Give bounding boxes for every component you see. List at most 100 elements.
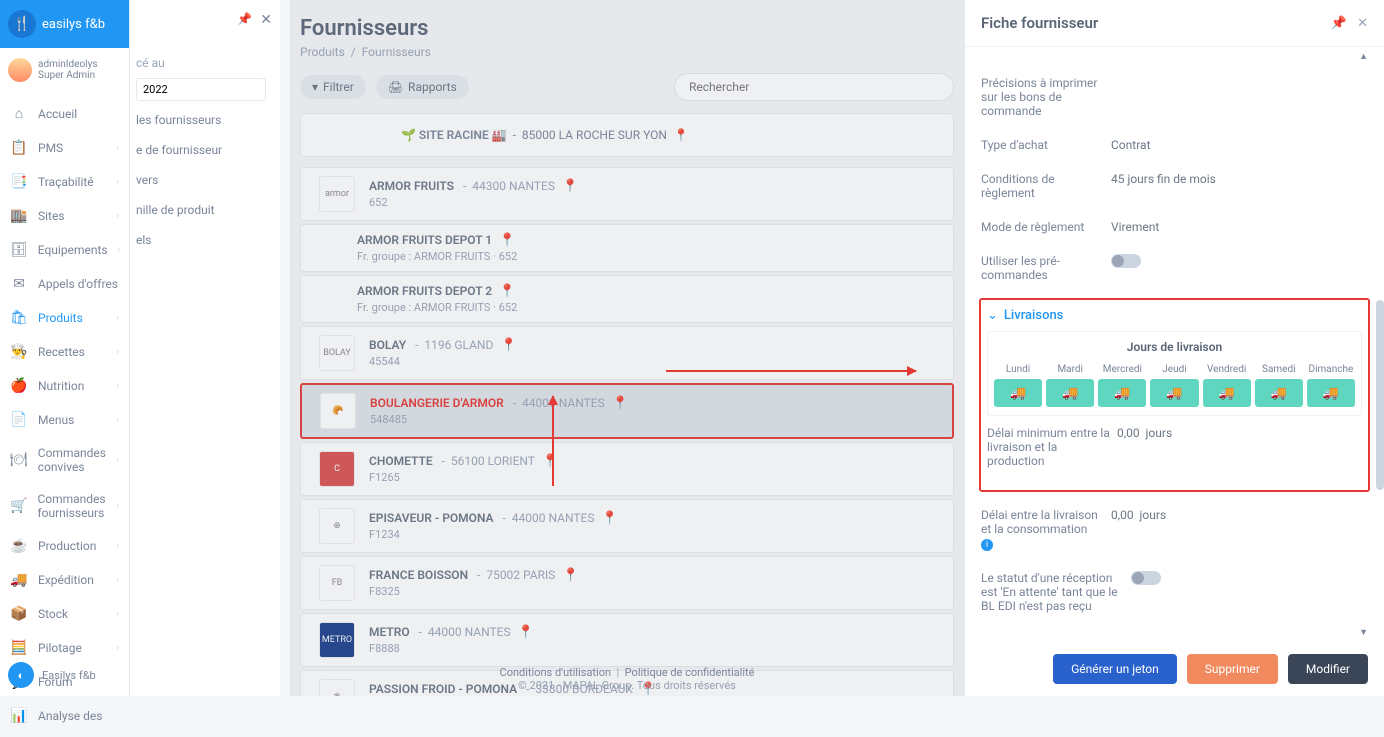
sidebar: 🍴 easilys f&b adminIdeolys Super Admin ⌂…: [0, 0, 130, 696]
delay-prod-field: Délai minimum entre la livraison et la p…: [987, 416, 1362, 478]
info-icon[interactable]: i: [981, 539, 993, 551]
nav-nutrition[interactable]: 🍎Nutrition›: [0, 369, 129, 403]
delivery-day[interactable]: Samedi🚚: [1255, 364, 1303, 407]
subpanel-item[interactable]: nille de produit: [130, 195, 280, 225]
reports-button[interactable]: 🖨Rapports: [376, 75, 469, 99]
nav-appels-d'offres[interactable]: ✉Appels d'offres: [0, 267, 129, 301]
subpanel-header: cé au: [130, 48, 280, 74]
terms-link[interactable]: Conditions d'utilisation: [500, 666, 612, 679]
nav-icon: 📋: [10, 140, 28, 156]
subpanel-item[interactable]: les fournisseurs: [130, 105, 280, 135]
delivery-day[interactable]: Lundi🚚: [994, 364, 1042, 407]
crumb-products[interactable]: Produits: [300, 45, 345, 59]
supplier-row[interactable]: ARMOR FRUITS DEPOT 2 📍Fr. groupe : ARMOR…: [300, 275, 954, 323]
deliveries-section: ⌄Livraisons Jours de livraison Lundi🚚Mar…: [979, 298, 1370, 492]
delivery-day[interactable]: Mercredi🚚: [1098, 364, 1146, 407]
supplier-logo: METRO: [319, 622, 355, 658]
edi-status-field: Le statut d'une réception est 'En attent…: [981, 561, 1368, 623]
close-panel-icon[interactable]: ✕: [1357, 16, 1368, 31]
nav-menus[interactable]: 📄Menus›: [0, 403, 129, 437]
pin-icon[interactable]: 📌: [237, 12, 252, 26]
privacy-link[interactable]: Politique de confidentialité: [625, 666, 755, 679]
supplier-row[interactable]: ARMOR FRUITS DEPOT 1 📍Fr. groupe : ARMOR…: [300, 224, 954, 272]
supplier-row[interactable]: armorARMOR FRUITS - 44300 NANTES 📍652: [300, 167, 954, 221]
delete-button[interactable]: Supprimer: [1187, 654, 1278, 684]
truck-icon: 🚚: [1307, 379, 1355, 407]
location-icon: 📍: [674, 128, 689, 142]
nav-produits[interactable]: 🛍Produits›: [0, 301, 129, 335]
section-title[interactable]: ⌄Livraisons: [987, 308, 1362, 323]
search-input[interactable]: [674, 73, 954, 101]
pin-panel-icon[interactable]: 📌: [1331, 16, 1347, 31]
subpanel-input[interactable]: [136, 78, 266, 101]
avatar: [8, 58, 32, 82]
caret-up-icon[interactable]: ▲: [981, 47, 1368, 66]
filter-button[interactable]: ▾Filtrer: [300, 75, 366, 99]
site-header[interactable]: 🌱 SITE RACINE 🏭 - 85000 LA ROCHE SUR YON…: [300, 113, 954, 157]
nav-icon: ⌂: [10, 105, 28, 122]
chevron-down-icon: ⌄: [987, 308, 998, 323]
main-content: Fournisseurs Produits / Fournisseurs ▾Fi…: [290, 0, 964, 696]
panel-field: Conditions de règlement45 jours fin de m…: [981, 162, 1368, 210]
edi-toggle[interactable]: [1131, 571, 1161, 585]
scrollbar[interactable]: [1376, 300, 1384, 490]
nav-icon: 🛒: [10, 498, 27, 514]
delivery-day[interactable]: Mardi🚚: [1046, 364, 1094, 407]
filter-icon: ▾: [312, 80, 318, 94]
brand-logo[interactable]: 🍴 easilys f&b: [0, 0, 129, 48]
chevron-right-icon: ›: [116, 575, 119, 585]
nav-recettes[interactable]: 👨‍🍳Recettes›: [0, 335, 129, 369]
nav-pms[interactable]: 📋PMS›: [0, 131, 129, 165]
subpanel-item[interactable]: els: [130, 225, 280, 255]
footer-brand[interactable]: ◐ Easilys f&b: [8, 662, 96, 688]
panel-field: Précisions à imprimer sur les bons de co…: [981, 66, 1368, 128]
location-icon: 📍: [542, 454, 558, 469]
chevron-right-icon: ›: [118, 245, 121, 255]
nav-commandes-convives[interactable]: 🍽Commandes convives›: [0, 437, 129, 483]
delivery-day[interactable]: Jeudi🚚: [1150, 364, 1198, 407]
delay-conso-field: Délai entre la livraison et la consommat…: [981, 498, 1368, 561]
location-icon: 📍: [562, 179, 578, 194]
user-block[interactable]: adminIdeolys Super Admin: [0, 48, 129, 92]
nav-analyse-des[interactable]: 📊Analyse des: [0, 699, 129, 733]
supplier-row[interactable]: CCHOMETTE - 56100 LORIENT 📍F1265: [300, 442, 954, 496]
edit-button[interactable]: Modifier: [1288, 654, 1368, 684]
truck-icon: 🚚: [1046, 379, 1094, 407]
nav-icon: 🧮: [10, 640, 28, 656]
nav-icon: 📦: [10, 606, 28, 622]
close-icon[interactable]: ✕: [260, 12, 272, 28]
supplier-row[interactable]: ⊕EPISAVEUR - POMONA - 44000 NANTES 📍F123…: [300, 499, 954, 553]
subpanel-item[interactable]: e de fournisseur: [130, 135, 280, 165]
chevron-right-icon: ›: [116, 313, 119, 323]
nav-accueil[interactable]: ⌂Accueil: [0, 96, 129, 131]
nav-equipements[interactable]: 🗄Equipements›: [0, 233, 129, 267]
nav-traçabilité[interactable]: 📑Traçabilité›: [0, 165, 129, 199]
generate-token-button[interactable]: Générer un jeton: [1053, 654, 1177, 684]
chevron-right-icon: ›: [116, 455, 119, 465]
nav-stock[interactable]: 📦Stock›: [0, 597, 129, 631]
chevron-right-icon: ›: [116, 643, 119, 653]
nav-production[interactable]: ☕Production›: [0, 529, 129, 563]
nav-commandes-fournisseurs[interactable]: 🛒Commandes fournisseurs›: [0, 483, 129, 529]
supplier-logo: 🥐: [320, 393, 356, 429]
supplier-row[interactable]: 🥐BOULANGERIE D'ARMOR - 44000 NANTES 📍548…: [300, 383, 954, 439]
brand-text: easilys f&b: [42, 17, 105, 32]
page-footer: Conditions d'utilisation | Politique de …: [290, 666, 964, 692]
delivery-day[interactable]: Dimanche🚚: [1307, 364, 1355, 407]
nav-expédition[interactable]: 🚚Expédition›: [0, 563, 129, 597]
caret-down-icon[interactable]: ▼: [981, 623, 1368, 642]
subpanel-item[interactable]: vers: [130, 165, 280, 195]
nav-icon: 🏬: [10, 208, 28, 224]
toggle[interactable]: [1111, 254, 1141, 268]
supplier-logo: ⊕: [319, 508, 355, 544]
supplier-row[interactable]: METROMETRO - 44000 NANTES 📍F8888: [300, 613, 954, 667]
supplier-row[interactable]: FBFRANCE BOISSON - 75002 PARIS 📍F8325: [300, 556, 954, 610]
delivery-day[interactable]: Vendredi🚚: [1203, 364, 1251, 407]
details-panel: Fiche fournisseur 📌 ✕ ▲ Précisions à imp…: [964, 0, 1384, 696]
location-icon: 📍: [501, 338, 517, 353]
nav-icon: 🛍: [10, 310, 28, 326]
annotation-arrow-right: [666, 370, 916, 372]
nav-sites[interactable]: 🏬Sites›: [0, 199, 129, 233]
breadcrumb: Produits / Fournisseurs: [300, 45, 954, 59]
nav-pilotage[interactable]: 🧮Pilotage›: [0, 631, 129, 665]
